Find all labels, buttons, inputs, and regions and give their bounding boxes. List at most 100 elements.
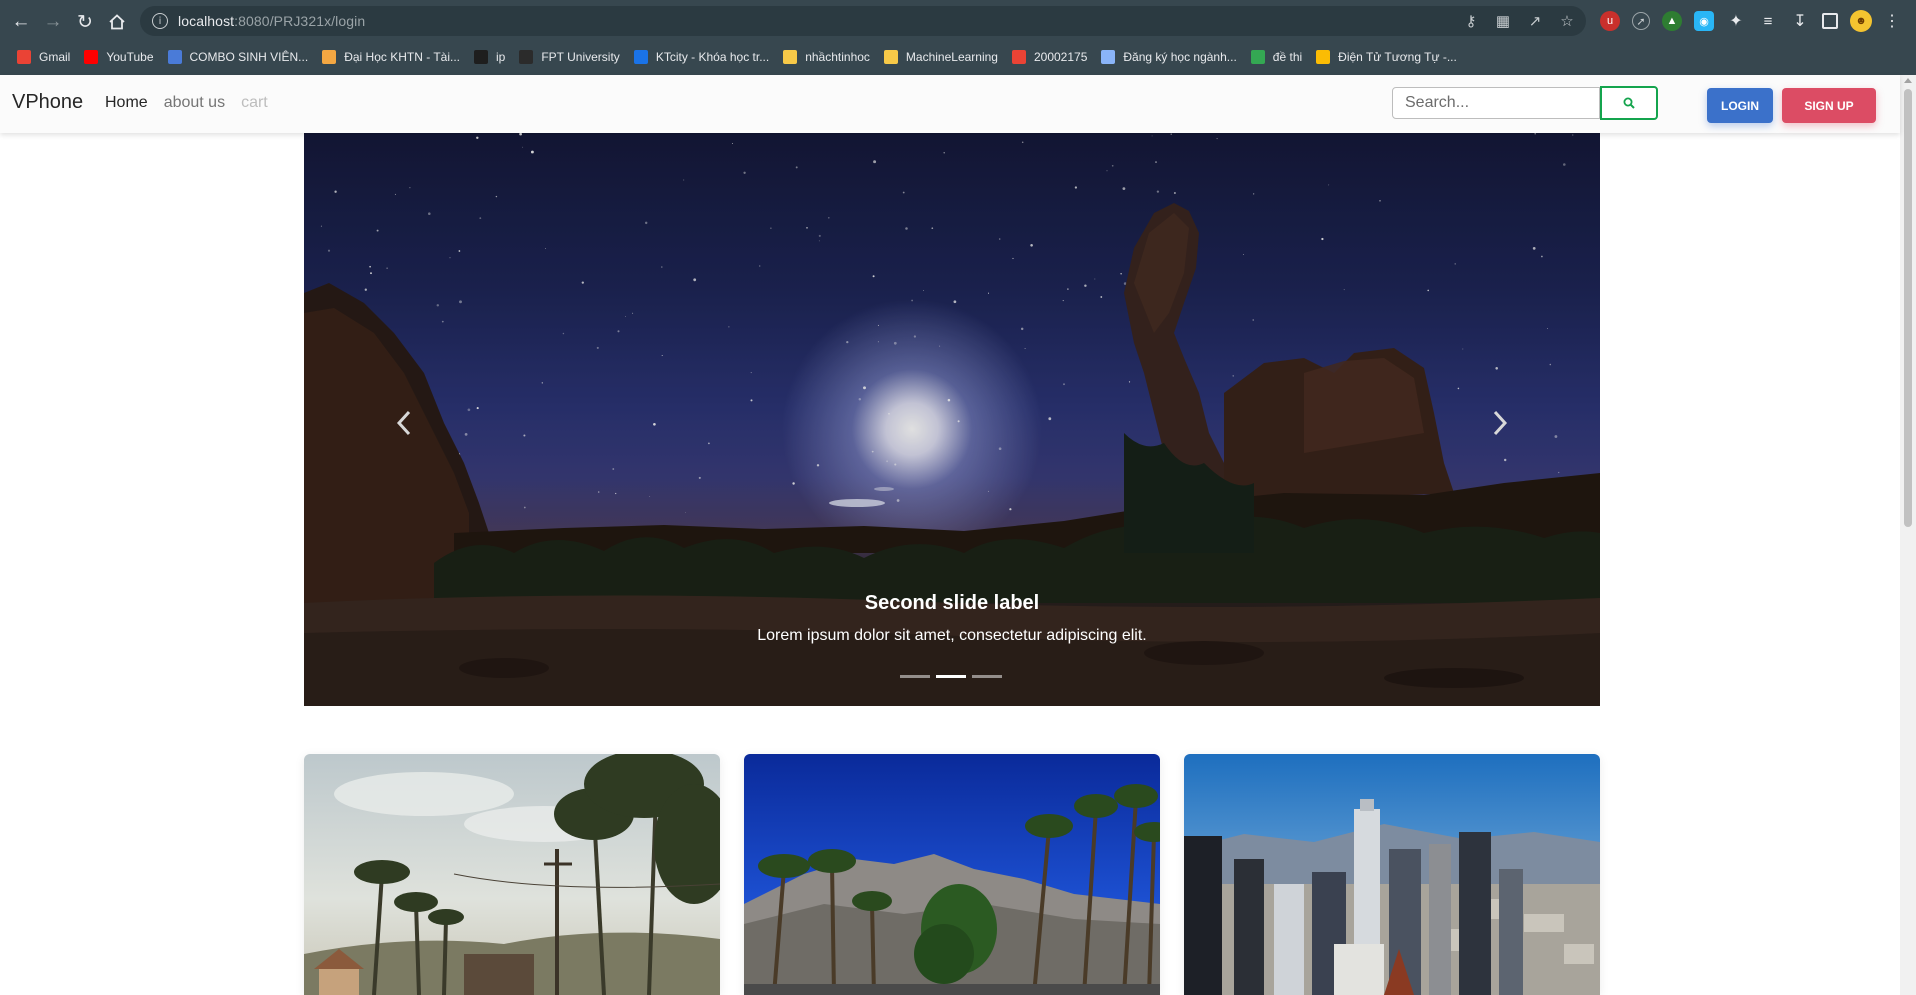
classroom-icon <box>1250 50 1265 64</box>
extensions-area: u ➚ ▲ ◉ ✦ ≡ ↧ ☻ ⋮ <box>1600 9 1900 33</box>
site-navbar: VPhone Home about us cart LOGIN SIGN UP <box>0 75 1900 133</box>
document-icon <box>322 50 337 64</box>
gmail-icon <box>1011 50 1026 64</box>
carousel-indicators <box>900 675 1002 678</box>
bookmark-item[interactable]: Điện Tử Tương Tự -... <box>1311 45 1466 69</box>
bookmark-label: 20002175 <box>1033 50 1088 64</box>
login-button[interactable]: LOGIN <box>1707 88 1773 123</box>
search-form <box>1392 86 1658 120</box>
bookmark-item[interactable]: ip <box>469 45 514 69</box>
forward-button[interactable]: → <box>40 9 66 35</box>
signup-button[interactable]: SIGN UP <box>1782 88 1876 123</box>
screenshot-extension-icon[interactable]: ◉ <box>1694 11 1714 31</box>
address-bar[interactable]: i localhost:8080/PRJ321x/login ⚷ ▦ ↗ ☆ <box>140 6 1586 36</box>
carousel-indicator[interactable] <box>936 675 966 678</box>
back-button[interactable]: ← <box>8 9 34 35</box>
los-angeles-skyline-photo <box>1184 754 1600 995</box>
bookmark-item[interactable]: MachineLearning <box>879 45 1007 69</box>
bookmark-label: nhầchtinhoc <box>805 50 870 64</box>
desert-rock-landscape-image <box>304 133 1600 706</box>
address-url[interactable]: localhost:8080/PRJ321x/login <box>178 13 365 29</box>
download-icon[interactable]: ↧ <box>1790 11 1810 31</box>
bookmark-item[interactable]: nhầchtinhoc <box>778 45 879 69</box>
folder-icon <box>883 50 898 64</box>
card-1[interactable] <box>304 754 720 995</box>
carousel-indicator[interactable] <box>972 675 1002 678</box>
profile-avatar[interactable]: ☻ <box>1850 10 1872 32</box>
bookmark-label: FPT University <box>541 50 620 64</box>
carousel-caption-title: Second slide label <box>864 592 1040 614</box>
url-host: localhost <box>178 13 235 29</box>
translate-icon[interactable]: ▦ <box>1494 12 1512 30</box>
bookmark-item[interactable]: YouTube <box>79 45 162 69</box>
key-icon[interactable]: ⚷ <box>1462 12 1480 30</box>
bookmark-label: MachineLearning <box>905 50 998 64</box>
bookmark-label: Gmail <box>39 50 71 64</box>
drive-icon <box>1316 50 1331 64</box>
bookmark-label: YouTube <box>106 50 154 64</box>
folder-icon <box>783 50 798 64</box>
bookmark-label: Đại Học KHTN - Tài... <box>344 50 460 64</box>
url-path: :8080/PRJ321x/login <box>234 13 366 29</box>
bookmark-item[interactable]: Đại Học KHTN - Tài... <box>317 45 469 69</box>
search-button[interactable] <box>1600 86 1658 120</box>
globe-icon <box>1101 50 1116 64</box>
bookmark-item[interactable]: KTcity - Khóa học tr... <box>629 45 778 69</box>
puzzle-extensions-icon[interactable]: ✦ <box>1726 11 1746 31</box>
bookmark-item[interactable]: Đăng ký học ngành... <box>1096 45 1245 69</box>
carousel-prev-button[interactable] <box>384 403 424 443</box>
drive-extension-icon[interactable]: ▲ <box>1662 11 1682 31</box>
reload-button[interactable]: ↻ <box>72 9 98 35</box>
carousel-next-button[interactable] <box>1480 403 1520 443</box>
browser-chrome: ← → ↻ i localhost:8080/PRJ321x/login ⚷ ▦… <box>0 0 1916 75</box>
fpt-icon <box>519 50 534 64</box>
bookmark-label: đề thi <box>1272 50 1303 64</box>
share-icon[interactable]: ↗ <box>1526 12 1544 30</box>
palm-springs-mountain-photo <box>744 754 1160 995</box>
carousel-caption-text: Lorem ipsum dolor sit amet, consectetur … <box>757 627 1147 644</box>
browser-menu-icon[interactable]: ⋮ <box>1884 11 1900 31</box>
youtube-icon <box>84 50 99 64</box>
carousel-indicator[interactable] <box>900 675 930 678</box>
reading-list-icon[interactable]: ≡ <box>1758 11 1778 31</box>
hollywood-palm-street-photo <box>304 754 720 995</box>
bookmark-item[interactable]: Gmail <box>12 45 79 69</box>
ublock-icon[interactable]: u <box>1600 11 1620 31</box>
bookmarks-bar: Gmail YouTube COMBO SINH VIÊN... Đại Học KH… <box>0 43 1916 71</box>
search-icon <box>1623 97 1635 109</box>
ktcity-icon <box>633 50 648 64</box>
gmail-icon <box>17 50 31 64</box>
nav-link-about[interactable]: about us <box>164 94 225 112</box>
site-info-icon[interactable]: i <box>152 13 168 29</box>
bookmark-label: COMBO SINH VIÊN... <box>189 50 309 64</box>
bookmark-label: ip <box>496 50 506 64</box>
group-icon <box>167 50 182 64</box>
nav-link-home[interactable]: Home <box>105 94 148 112</box>
bookmark-star-icon[interactable]: ☆ <box>1558 12 1576 30</box>
compass-extension-icon[interactable]: ➚ <box>1632 12 1650 30</box>
home-button[interactable] <box>104 9 130 35</box>
brand-logo[interactable]: VPhone <box>12 91 83 114</box>
bookmark-label: Điện Tử Tương Tự -... <box>1338 50 1457 64</box>
home-icon <box>109 14 125 30</box>
nav-link-cart[interactable]: cart <box>241 94 268 112</box>
scroll-thumb[interactable] <box>1904 89 1912 527</box>
bookmark-item[interactable]: 20002175 <box>1007 45 1096 69</box>
card-2[interactable] <box>744 754 1160 995</box>
chevron-left-icon <box>396 410 411 436</box>
bookmark-item[interactable]: FPT University <box>514 45 628 69</box>
side-panel-icon[interactable] <box>1822 13 1838 29</box>
nav-links: Home about us cart <box>105 94 268 112</box>
page-scrollbar[interactable] <box>1900 75 1916 995</box>
bookmark-item[interactable]: COMBO SINH VIÊN... <box>163 45 318 69</box>
hero-carousel: Second slide label Lorem ipsum dolor sit… <box>304 133 1600 706</box>
browser-toolbar: ← → ↻ i localhost:8080/PRJ321x/login ⚷ ▦… <box>0 0 1916 42</box>
search-input[interactable] <box>1392 87 1600 119</box>
ip-icon <box>474 50 488 64</box>
scroll-up-arrow-icon[interactable] <box>1904 78 1912 83</box>
address-bar-actions: ⚷ ▦ ↗ ☆ <box>1462 6 1576 36</box>
bookmark-label: Đăng ký học ngành... <box>1123 50 1237 64</box>
card-3[interactable] <box>1184 754 1600 995</box>
chevron-right-icon <box>1493 410 1508 436</box>
bookmark-item[interactable]: đề thi <box>1246 45 1311 69</box>
